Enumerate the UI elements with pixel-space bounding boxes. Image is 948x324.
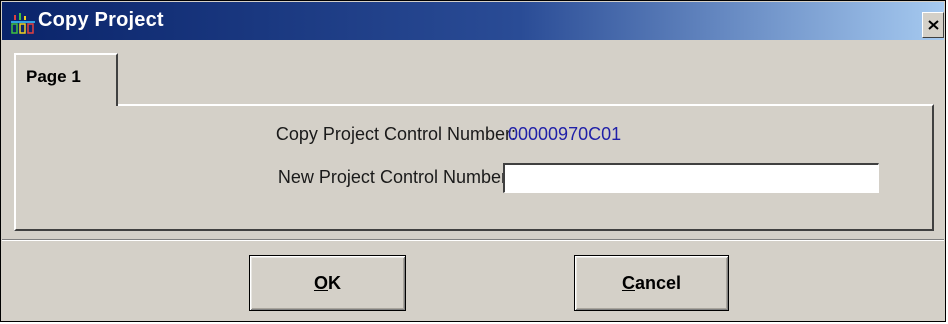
cancel-mnemonic: C bbox=[621, 272, 635, 293]
window-title: Copy Project bbox=[38, 9, 164, 31]
ok-label-rest: K bbox=[328, 272, 341, 293]
close-icon bbox=[928, 20, 939, 30]
separator bbox=[2, 239, 944, 241]
new-project-input[interactable] bbox=[503, 163, 879, 193]
new-project-label: New Project Control Number: bbox=[277, 167, 512, 187]
tab-label: Page 1 bbox=[26, 67, 81, 86]
copy-project-row: Copy Project Control Number: 00000970C01 bbox=[16, 120, 932, 150]
project-form: Copy Project Control Number: 00000970C01… bbox=[16, 106, 932, 229]
ok-button[interactable]: OK bbox=[249, 255, 406, 311]
copy-project-dialog: Copy Project Page 1 Copy Project Control… bbox=[0, 0, 946, 322]
close-button[interactable] bbox=[922, 12, 944, 38]
title-bar[interactable]: Copy Project bbox=[2, 2, 944, 40]
cancel-label-rest: ancel bbox=[634, 272, 682, 293]
new-project-row: New Project Control Number: bbox=[16, 161, 932, 193]
ok-mnemonic: O bbox=[313, 272, 328, 293]
app-icon bbox=[11, 13, 35, 35]
copy-project-value: 00000970C01 bbox=[508, 124, 622, 144]
cancel-button[interactable]: Cancel bbox=[574, 255, 729, 311]
tab-page-1[interactable]: Page 1 bbox=[14, 53, 118, 106]
copy-project-label: Copy Project Control Number: bbox=[275, 124, 516, 144]
tab-panel: Copy Project Control Number: 00000970C01… bbox=[14, 104, 934, 231]
